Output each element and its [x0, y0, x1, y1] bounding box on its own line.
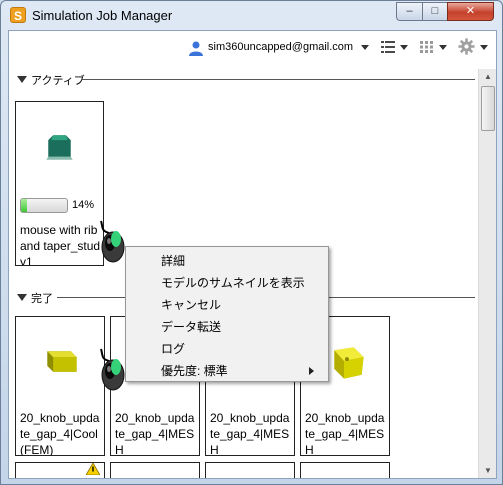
job-progress-bar — [20, 198, 68, 213]
title-bar[interactable]: S Simulation Job Manager – □ ✕ — [1, 1, 502, 30]
scroll-thumb[interactable] — [481, 86, 495, 131]
job-context-menu: 詳細 モデルのサムネイルを表示 キャンセル データ転送 ログ 優先度: 標準 — [125, 246, 329, 382]
account-dropdown-icon[interactable] — [361, 45, 369, 50]
done-job-card[interactable]: 20_knob_update_gap_4|Cool (FEM) — [15, 316, 105, 456]
job-name: 20_knob_update_gap_4|MESH — [210, 411, 290, 456]
submenu-arrow-icon — [309, 367, 314, 375]
app-logo-icon: S — [10, 7, 26, 23]
done-job-card[interactable] — [205, 462, 295, 478]
scroll-up-icon[interactable]: ▲ — [480, 69, 496, 85]
done-job-card[interactable] — [15, 462, 105, 478]
scroll-down-icon[interactable]: ▼ — [480, 463, 496, 478]
app-window: S Simulation Job Manager – □ ✕ sim360unc… — [0, 0, 503, 485]
mouse-right-click-icon — [100, 348, 125, 391]
settings-dropdown-icon[interactable] — [480, 45, 488, 50]
job-name: 20_knob_update_gap_4|MESH — [115, 411, 195, 456]
list-view-icon[interactable] — [381, 41, 395, 53]
job-progress-label: 14% — [72, 199, 95, 211]
collapse-triangle-icon[interactable] — [17, 294, 27, 301]
toolbar: sim360uncapped@gmail.com — [9, 31, 496, 63]
warning-icon — [86, 463, 100, 475]
job-name: 20_knob_update_gap_4|MESH — [305, 411, 385, 456]
section-divider — [81, 79, 475, 80]
section-active-header[interactable]: アクティブ — [9, 72, 475, 87]
menu-item-details[interactable]: 詳細 — [161, 250, 185, 272]
list-view-dropdown-icon[interactable] — [400, 45, 408, 50]
section-active-label: アクティブ — [31, 75, 85, 87]
mouse-right-click-icon — [100, 220, 125, 263]
menu-item-show-model-thumbnail[interactable]: モデルのサムネイルを表示 — [161, 272, 305, 294]
menu-item-cancel[interactable]: キャンセル — [161, 294, 221, 316]
window-title: Simulation Job Manager — [32, 8, 173, 23]
menu-item-priority[interactable]: 優先度: 標準 — [161, 360, 228, 382]
job-name: mouse with rib and taper_study1 — [20, 223, 101, 266]
user-account-label[interactable]: sim360uncapped@gmail.com — [208, 41, 353, 53]
close-button[interactable]: ✕ — [447, 2, 494, 21]
minimize-button[interactable]: – — [396, 2, 423, 21]
model-thumbnail — [47, 351, 77, 372]
job-progress-fill — [21, 199, 28, 212]
grid-view-icon[interactable] — [420, 41, 433, 53]
maximize-button[interactable]: □ — [422, 2, 448, 21]
menu-item-log[interactable]: ログ — [161, 338, 185, 360]
section-done-label: 完了 — [31, 293, 53, 305]
collapse-triangle-icon[interactable] — [17, 76, 27, 83]
job-name: 20_knob_update_gap_4|Cool (FEM) — [20, 411, 100, 456]
model-thumbnail — [46, 135, 73, 160]
grid-view-dropdown-icon[interactable] — [439, 45, 447, 50]
done-job-card[interactable] — [110, 462, 200, 478]
user-icon[interactable] — [188, 40, 204, 56]
done-job-card[interactable] — [300, 462, 390, 478]
gear-icon[interactable] — [458, 38, 475, 55]
menu-item-data-transfer[interactable]: データ転送 — [161, 316, 221, 338]
vertical-scrollbar[interactable]: ▲ ▼ — [478, 69, 496, 478]
active-job-card[interactable]: 14% mouse with rib and taper_study1 — [15, 101, 104, 266]
